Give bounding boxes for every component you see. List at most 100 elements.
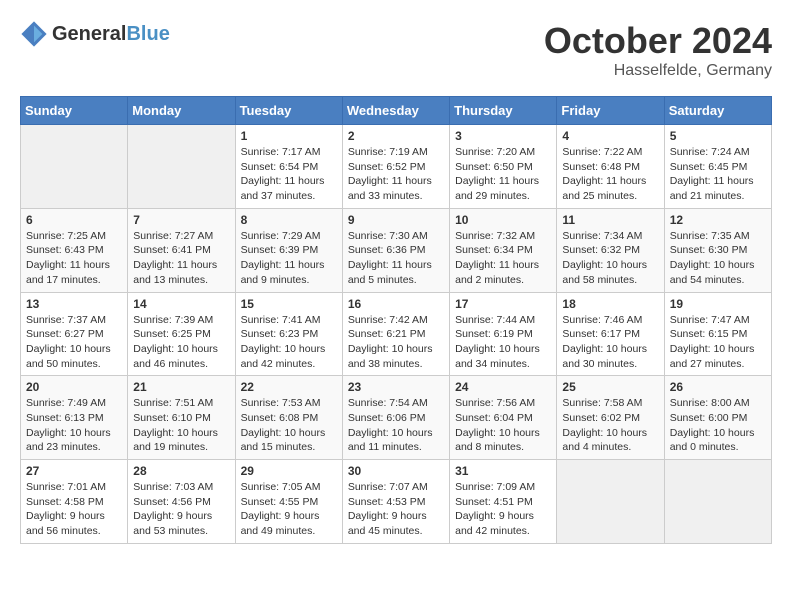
- calendar-day-header: Thursday: [450, 97, 557, 125]
- title-area: October 2024 Hasselfelde, Germany: [544, 20, 772, 80]
- day-number: 6: [26, 213, 122, 227]
- day-info: Sunrise: 7:24 AM Sunset: 6:45 PM Dayligh…: [670, 145, 766, 204]
- day-number: 12: [670, 213, 766, 227]
- day-number: 10: [455, 213, 551, 227]
- logo-text-general: General: [52, 23, 126, 45]
- calendar-cell: 20 Sunrise: 7:49 AM Sunset: 6:13 PM Dayli…: [21, 376, 128, 460]
- day-info: Sunrise: 7:25 AM Sunset: 6:43 PM Dayligh…: [26, 229, 122, 288]
- day-number: 26: [670, 380, 766, 394]
- day-number: 13: [26, 297, 122, 311]
- day-number: 15: [241, 297, 337, 311]
- day-number: 16: [348, 297, 444, 311]
- day-number: 9: [348, 213, 444, 227]
- day-number: 5: [670, 129, 766, 143]
- day-info: Sunrise: 7:49 AM Sunset: 6:13 PM Dayligh…: [26, 396, 122, 455]
- day-number: 4: [562, 129, 658, 143]
- calendar-cell: 28 Sunrise: 7:03 AM Sunset: 4:56 PM Dayli…: [128, 460, 235, 544]
- day-info: Sunrise: 7:07 AM Sunset: 4:53 PM Dayligh…: [348, 480, 444, 539]
- calendar-cell: 19Sunrise: 7:47 AM Sunset: 6:15 PM Dayli…: [664, 292, 771, 376]
- calendar-cell: 26 Sunrise: 8:00 AM Sunset: 6:00 PM Dayli…: [664, 376, 771, 460]
- day-info: Sunrise: 7:53 AM Sunset: 6:08 PM Dayligh…: [241, 396, 337, 455]
- day-number: 31: [455, 464, 551, 478]
- day-number: 24: [455, 380, 551, 394]
- calendar-week-row: 1 Sunrise: 7:17 AM Sunset: 6:54 PM Daylig…: [21, 125, 772, 209]
- calendar-cell: 16 Sunrise: 7:42 AM Sunset: 6:21 PM Dayli…: [342, 292, 449, 376]
- logo-icon: [20, 20, 48, 48]
- location-title: Hasselfelde, Germany: [544, 62, 772, 80]
- calendar-cell: 7Sunrise: 7:27 AM Sunset: 6:41 PM Daylig…: [128, 208, 235, 292]
- calendar-cell: [128, 125, 235, 209]
- calendar-cell: 31 Sunrise: 7:09 AM Sunset: 4:51 PM Dayli…: [450, 460, 557, 544]
- day-info: Sunrise: 7:30 AM Sunset: 6:36 PM Dayligh…: [348, 229, 444, 288]
- calendar-cell: 1 Sunrise: 7:17 AM Sunset: 6:54 PM Daylig…: [235, 125, 342, 209]
- day-number: 20: [26, 380, 122, 394]
- day-info: Sunrise: 7:44 AM Sunset: 6:19 PM Dayligh…: [455, 313, 551, 372]
- day-number: 11: [562, 213, 658, 227]
- calendar-day-header: Sunday: [21, 97, 128, 125]
- day-info: Sunrise: 7:34 AM Sunset: 6:32 PM Dayligh…: [562, 229, 658, 288]
- day-info: Sunrise: 7:22 AM Sunset: 6:48 PM Dayligh…: [562, 145, 658, 204]
- calendar-cell: 27Sunrise: 7:01 AM Sunset: 4:58 PM Dayli…: [21, 460, 128, 544]
- day-info: Sunrise: 7:35 AM Sunset: 6:30 PM Dayligh…: [670, 229, 766, 288]
- calendar-cell: 17 Sunrise: 7:44 AM Sunset: 6:19 PM Dayli…: [450, 292, 557, 376]
- logo: GeneralBlue: [20, 20, 170, 48]
- day-number: 14: [133, 297, 229, 311]
- day-info: Sunrise: 7:41 AM Sunset: 6:23 PM Dayligh…: [241, 313, 337, 372]
- calendar-week-row: 27Sunrise: 7:01 AM Sunset: 4:58 PM Dayli…: [21, 460, 772, 544]
- calendar-cell: 5 Sunrise: 7:24 AM Sunset: 6:45 PM Daylig…: [664, 125, 771, 209]
- calendar-cell: 24 Sunrise: 7:56 AM Sunset: 6:04 PM Dayli…: [450, 376, 557, 460]
- day-info: Sunrise: 7:46 AM Sunset: 6:17 PM Dayligh…: [562, 313, 658, 372]
- day-number: 1: [241, 129, 337, 143]
- day-number: 17: [455, 297, 551, 311]
- calendar-cell: 30 Sunrise: 7:07 AM Sunset: 4:53 PM Dayli…: [342, 460, 449, 544]
- day-number: 28: [133, 464, 229, 478]
- day-info: Sunrise: 7:19 AM Sunset: 6:52 PM Dayligh…: [348, 145, 444, 204]
- calendar-day-header: Monday: [128, 97, 235, 125]
- day-info: Sunrise: 8:00 AM Sunset: 6:00 PM Dayligh…: [670, 396, 766, 455]
- calendar-cell: 4 Sunrise: 7:22 AM Sunset: 6:48 PM Daylig…: [557, 125, 664, 209]
- calendar-cell: [557, 460, 664, 544]
- day-number: 29: [241, 464, 337, 478]
- day-info: Sunrise: 7:09 AM Sunset: 4:51 PM Dayligh…: [455, 480, 551, 539]
- page-header: GeneralBlue October 2024 Hasselfelde, Ge…: [20, 20, 772, 80]
- calendar-cell: 14 Sunrise: 7:39 AM Sunset: 6:25 PM Dayli…: [128, 292, 235, 376]
- day-number: 2: [348, 129, 444, 143]
- logo-text-blue: Blue: [126, 23, 169, 45]
- calendar-cell: 25Sunrise: 7:58 AM Sunset: 6:02 PM Dayli…: [557, 376, 664, 460]
- month-title: October 2024: [544, 20, 772, 62]
- day-number: 27: [26, 464, 122, 478]
- calendar-cell: 15 Sunrise: 7:41 AM Sunset: 6:23 PM Dayli…: [235, 292, 342, 376]
- calendar-table: SundayMondayTuesdayWednesdayThursdayFrid…: [20, 96, 772, 544]
- day-number: 30: [348, 464, 444, 478]
- calendar-cell: 3 Sunrise: 7:20 AM Sunset: 6:50 PM Daylig…: [450, 125, 557, 209]
- calendar-day-header: Tuesday: [235, 97, 342, 125]
- calendar-day-header: Saturday: [664, 97, 771, 125]
- day-number: 8: [241, 213, 337, 227]
- calendar-cell: [21, 125, 128, 209]
- day-number: 3: [455, 129, 551, 143]
- calendar-cell: 23Sunrise: 7:54 AM Sunset: 6:06 PM Dayli…: [342, 376, 449, 460]
- day-info: Sunrise: 7:56 AM Sunset: 6:04 PM Dayligh…: [455, 396, 551, 455]
- day-info: Sunrise: 7:39 AM Sunset: 6:25 PM Dayligh…: [133, 313, 229, 372]
- calendar-cell: 29 Sunrise: 7:05 AM Sunset: 4:55 PM Dayli…: [235, 460, 342, 544]
- day-number: 23: [348, 380, 444, 394]
- day-info: Sunrise: 7:20 AM Sunset: 6:50 PM Dayligh…: [455, 145, 551, 204]
- day-number: 18: [562, 297, 658, 311]
- day-info: Sunrise: 7:17 AM Sunset: 6:54 PM Dayligh…: [241, 145, 337, 204]
- day-number: 22: [241, 380, 337, 394]
- day-info: Sunrise: 7:32 AM Sunset: 6:34 PM Dayligh…: [455, 229, 551, 288]
- calendar-week-row: 20 Sunrise: 7:49 AM Sunset: 6:13 PM Dayli…: [21, 376, 772, 460]
- day-info: Sunrise: 7:42 AM Sunset: 6:21 PM Dayligh…: [348, 313, 444, 372]
- calendar-week-row: 6 Sunrise: 7:25 AM Sunset: 6:43 PM Daylig…: [21, 208, 772, 292]
- day-number: 7: [133, 213, 229, 227]
- calendar-cell: 2 Sunrise: 7:19 AM Sunset: 6:52 PM Daylig…: [342, 125, 449, 209]
- day-info: Sunrise: 7:58 AM Sunset: 6:02 PM Dayligh…: [562, 396, 658, 455]
- day-info: Sunrise: 7:29 AM Sunset: 6:39 PM Dayligh…: [241, 229, 337, 288]
- calendar-cell: 21Sunrise: 7:51 AM Sunset: 6:10 PM Dayli…: [128, 376, 235, 460]
- calendar-week-row: 13Sunrise: 7:37 AM Sunset: 6:27 PM Dayli…: [21, 292, 772, 376]
- calendar-cell: 18 Sunrise: 7:46 AM Sunset: 6:17 PM Dayli…: [557, 292, 664, 376]
- day-info: Sunrise: 7:05 AM Sunset: 4:55 PM Dayligh…: [241, 480, 337, 539]
- day-info: Sunrise: 7:03 AM Sunset: 4:56 PM Dayligh…: [133, 480, 229, 539]
- day-info: Sunrise: 7:51 AM Sunset: 6:10 PM Dayligh…: [133, 396, 229, 455]
- calendar-header-row: SundayMondayTuesdayWednesdayThursdayFrid…: [21, 97, 772, 125]
